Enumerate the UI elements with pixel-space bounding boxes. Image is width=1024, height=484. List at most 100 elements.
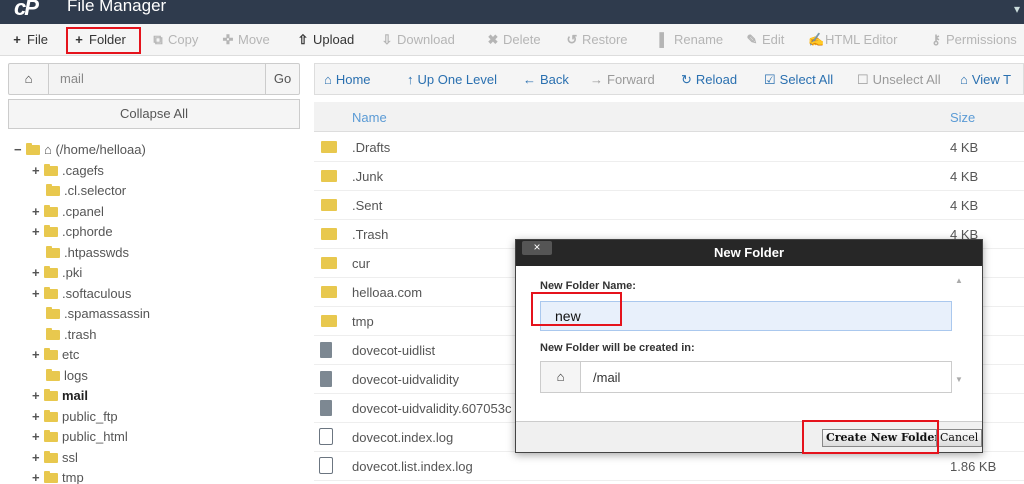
unselect-all-button[interactable]: ☐ Unselect All bbox=[857, 71, 941, 89]
dialog-scrollbar[interactable]: ▲ ▼ bbox=[952, 276, 966, 406]
go-button[interactable]: Go bbox=[265, 64, 299, 94]
reload-icon: ↻ bbox=[681, 72, 692, 87]
tree-item[interactable]: + .cagefs bbox=[32, 161, 104, 181]
chevron-down-icon[interactable]: ▾ bbox=[1014, 2, 1020, 16]
expand-icon[interactable]: + bbox=[32, 386, 42, 406]
delete-button[interactable]: ✖ Delete bbox=[486, 31, 541, 49]
column-header-size[interactable]: Size bbox=[950, 110, 975, 125]
folder-icon bbox=[44, 266, 58, 278]
cancel-button[interactable]: Cancel bbox=[936, 429, 983, 447]
folder-icon bbox=[321, 199, 337, 211]
html-editor-button[interactable]: ✍HTML Editor bbox=[808, 31, 897, 49]
file-name: tmp bbox=[352, 314, 374, 329]
navigation-bar: ⌂ Home ↑ Up One Level ← Back → Forward ↻ Reload ☑ S… bbox=[314, 63, 1024, 95]
folder-icon bbox=[321, 257, 337, 269]
expand-icon[interactable]: + bbox=[32, 284, 42, 304]
path-input[interactable]: mail bbox=[50, 64, 266, 94]
tree-item[interactable]: + .pki bbox=[32, 263, 82, 283]
expand-icon[interactable]: + bbox=[32, 427, 42, 447]
file-name: dovecot.index.log bbox=[352, 430, 454, 445]
tree-item[interactable]: logs bbox=[44, 366, 88, 386]
file-icon bbox=[320, 371, 332, 387]
file-button[interactable]: + File bbox=[10, 31, 48, 49]
copy-button[interactable]: ⧉ Copy bbox=[151, 31, 198, 49]
tree-item[interactable]: + .cphorde bbox=[32, 222, 113, 242]
expand-icon[interactable]: + bbox=[32, 263, 42, 283]
file-row[interactable]: .Junk 4 KB bbox=[314, 162, 1024, 191]
collapse-all-button[interactable]: Collapse All bbox=[8, 99, 300, 129]
tree-item-label: .trash bbox=[64, 326, 97, 342]
edit-button[interactable]: ✎ Edit bbox=[745, 31, 785, 49]
column-header-name[interactable]: Name bbox=[352, 110, 387, 125]
tree-item[interactable]: + .cpanel bbox=[32, 202, 104, 222]
expand-icon[interactable]: + bbox=[32, 345, 42, 365]
reload-button[interactable]: ↻ Reload bbox=[681, 71, 737, 89]
permissions-button[interactable]: ⚷ Permissions bbox=[929, 31, 1017, 49]
up-one-level-button[interactable]: ↑ Up One Level bbox=[407, 71, 497, 89]
back-icon: ← bbox=[523, 72, 536, 87]
back-button[interactable]: ← Back bbox=[523, 71, 569, 89]
log-file-icon bbox=[319, 457, 333, 474]
copy-icon: ⧉ bbox=[153, 32, 163, 47]
tree-item-label: .softaculous bbox=[62, 285, 132, 301]
file-row[interactable]: dovecot.list.index.log 1.86 KB bbox=[314, 452, 1024, 481]
home-icon[interactable]: ⌂ bbox=[9, 64, 49, 94]
close-icon[interactable]: × bbox=[522, 241, 552, 255]
upload-button[interactable]: ⇧ Upload bbox=[296, 31, 355, 49]
nav-label: Reload bbox=[695, 72, 738, 87]
file-row[interactable]: .Sent 4 KB bbox=[314, 191, 1024, 220]
cpanel-logo: cP bbox=[14, 0, 39, 20]
tree-item[interactable]: + public_html bbox=[32, 427, 128, 447]
toolbar-label: Copy bbox=[168, 32, 199, 47]
key-icon: ⚷ bbox=[931, 32, 941, 47]
expand-icon[interactable]: + bbox=[32, 161, 42, 181]
select-all-button[interactable]: ☑ Select All bbox=[764, 71, 833, 89]
forward-button[interactable]: → Forward bbox=[590, 71, 655, 89]
file-size: 4 KB bbox=[950, 198, 979, 213]
tree-item[interactable]: + ssl bbox=[32, 448, 78, 468]
tree-item[interactable]: .spamassassin bbox=[44, 304, 150, 324]
collapse-icon[interactable]: − bbox=[14, 140, 24, 160]
tree-item[interactable]: .trash bbox=[44, 325, 97, 345]
tree-item[interactable]: + mail bbox=[32, 386, 88, 406]
tree-item-label: (/home/helloaa) bbox=[55, 142, 146, 157]
move-icon: ✜ bbox=[222, 32, 234, 47]
toolbar-label: Upload bbox=[313, 32, 355, 47]
tree-item-label: logs bbox=[64, 367, 88, 383]
folder-icon bbox=[44, 389, 58, 401]
tree-item[interactable]: + public_ftp bbox=[32, 407, 118, 427]
toolbar-label: Move bbox=[238, 32, 270, 47]
home-button[interactable]: ⌂ Home bbox=[324, 71, 371, 89]
expand-icon[interactable]: + bbox=[32, 448, 42, 468]
dialog-body: New Folder Name: new New Folder will be … bbox=[516, 266, 982, 421]
tree-item[interactable]: .htpasswds bbox=[44, 243, 129, 263]
created-in-path: ⌂ /mail bbox=[540, 361, 952, 393]
tree-item[interactable]: .cl.selector bbox=[44, 181, 126, 201]
restore-button[interactable]: ↺ Restore bbox=[565, 31, 628, 49]
tree-item[interactable]: − ⌂ (/home/helloaa) bbox=[14, 140, 146, 160]
folder-icon bbox=[44, 163, 58, 176]
file-row[interactable]: .Drafts 4 KB bbox=[314, 133, 1024, 162]
tree-item[interactable]: + .softaculous bbox=[32, 284, 131, 304]
expand-icon[interactable]: + bbox=[32, 202, 42, 222]
folder-icon bbox=[321, 170, 337, 182]
expand-icon[interactable]: + bbox=[32, 468, 42, 484]
upload-icon: ⇧ bbox=[297, 32, 309, 47]
download-button[interactable]: ⇩ Download bbox=[380, 31, 455, 49]
home-icon: ⌂ bbox=[324, 72, 332, 87]
nav-label: Forward bbox=[607, 72, 655, 87]
file-name: .Sent bbox=[352, 198, 383, 213]
expand-icon[interactable]: + bbox=[32, 407, 42, 427]
folder-icon bbox=[44, 471, 58, 483]
expand-icon[interactable]: + bbox=[32, 222, 42, 242]
rename-button[interactable]: ▌ Rename bbox=[657, 31, 723, 49]
view-t-button[interactable]: ⌂ View T bbox=[960, 71, 1011, 89]
toolbar-label: HTML Editor bbox=[825, 32, 898, 47]
tree-item[interactable]: + etc bbox=[32, 345, 79, 365]
folder-icon bbox=[46, 307, 60, 319]
created-in-label: New Folder will be created in: bbox=[540, 342, 695, 354]
move-button[interactable]: ✜ Move bbox=[221, 31, 270, 49]
nav-label: Up One Level bbox=[417, 72, 498, 87]
app-titlebar: cP File Manager ▾ bbox=[0, 0, 1024, 24]
tree-item[interactable]: + tmp bbox=[32, 468, 84, 484]
